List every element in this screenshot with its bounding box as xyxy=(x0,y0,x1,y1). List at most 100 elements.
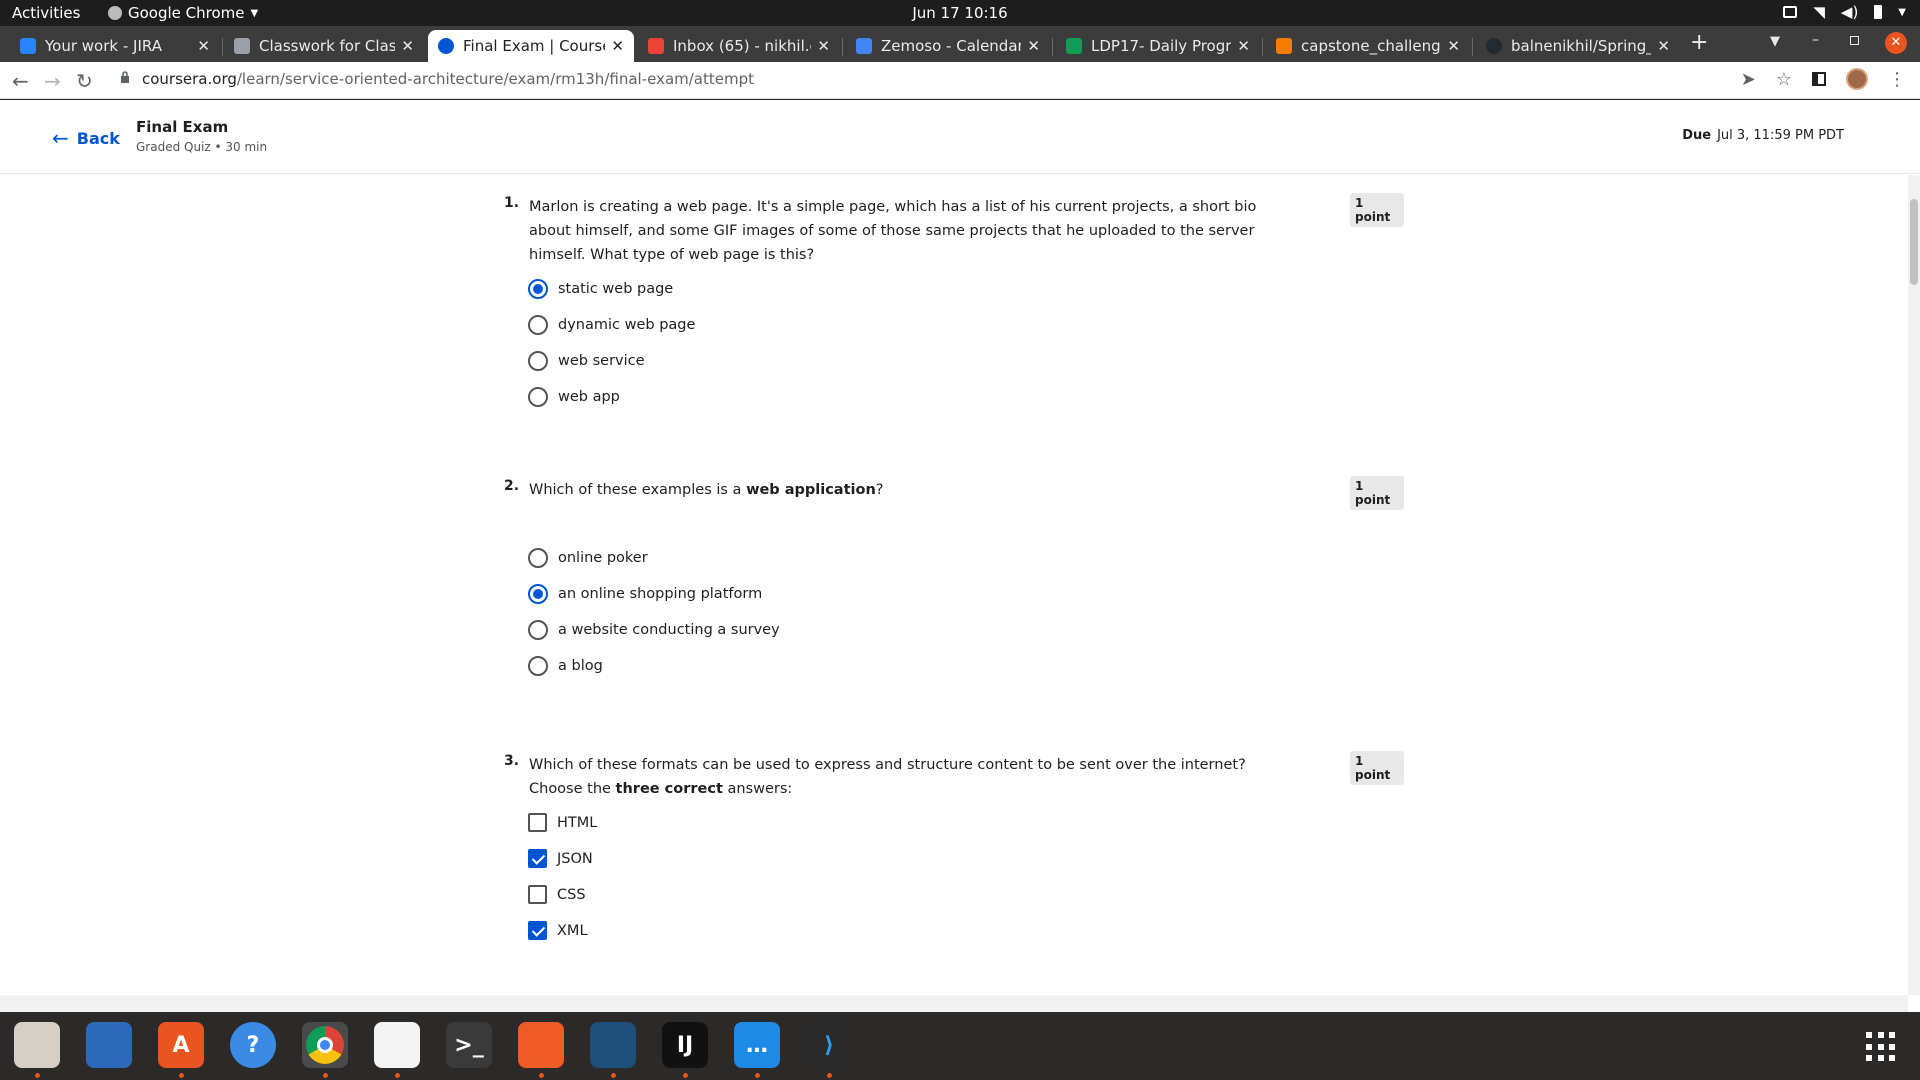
option-blog[interactable]: a blog xyxy=(528,656,603,676)
software-center-icon[interactable]: A xyxy=(158,1022,204,1068)
url-domain: coursera.org xyxy=(142,70,237,88)
checkbox[interactable] xyxy=(528,813,547,832)
back-nav-icon[interactable]: ← xyxy=(12,69,29,93)
close-tab-icon[interactable]: ✕ xyxy=(1027,37,1040,55)
option-web-app[interactable]: web app xyxy=(528,387,620,407)
close-tab-icon[interactable]: ✕ xyxy=(401,37,414,55)
exam-header: ← Back Final Exam Graded Quiz • 30 min D… xyxy=(0,100,1920,174)
radio-button[interactable] xyxy=(528,548,548,568)
vertical-scrollbar[interactable] xyxy=(1908,175,1920,995)
show-applications-icon[interactable] xyxy=(1866,1032,1896,1062)
minimize-icon[interactable]: – xyxy=(1812,32,1819,48)
vscode-icon[interactable]: ⟩ xyxy=(806,1022,852,1068)
due-value: Jul 3, 11:59 PM PDT xyxy=(1717,128,1844,143)
scrollbar-thumb[interactable] xyxy=(1910,199,1918,285)
tab-github[interactable]: balnenikhil/Spring_A ✕ xyxy=(1476,30,1680,62)
close-tab-icon[interactable]: ✕ xyxy=(611,37,624,55)
classroom-icon xyxy=(234,38,250,54)
radio-button[interactable] xyxy=(528,584,548,604)
option-json[interactable]: JSON xyxy=(528,849,593,868)
option-label: static web page xyxy=(558,281,674,297)
radio-button[interactable] xyxy=(528,620,548,640)
radio-button[interactable] xyxy=(528,279,548,299)
tab-sheets[interactable]: LDP17- Daily Progres ✕ xyxy=(1056,30,1260,62)
option-xml[interactable]: XML xyxy=(528,921,588,940)
reload-icon[interactable]: ↻ xyxy=(76,69,93,93)
running-indicator xyxy=(395,1073,400,1078)
send-icon[interactable]: ➤ xyxy=(1741,69,1756,90)
close-tab-icon[interactable]: ✕ xyxy=(1657,37,1670,55)
points-badge: 1 point xyxy=(1350,476,1404,510)
star-icon[interactable]: ☆ xyxy=(1776,69,1792,90)
quiz-content: 1. Marlon is creating a web page. It's a… xyxy=(0,175,1908,995)
tab-coursera[interactable]: Final Exam | Coursera ✕ xyxy=(428,30,634,62)
clock[interactable]: Jun 17 10:16 xyxy=(0,4,1920,22)
close-window-icon[interactable]: ✕ xyxy=(1885,32,1907,54)
option-html[interactable]: HTML xyxy=(528,813,597,832)
option-css[interactable]: CSS xyxy=(528,885,586,904)
due-label: Due xyxy=(1682,128,1712,143)
question-text: Which of these examples is a web applica… xyxy=(529,482,884,498)
option-web-service[interactable]: web service xyxy=(528,351,645,371)
tab-gmail[interactable]: Inbox (65) - nikhil.cha ✕ xyxy=(638,30,840,62)
jira-icon xyxy=(20,38,36,54)
points-badge: 1 point xyxy=(1350,193,1404,227)
lock-icon[interactable] xyxy=(120,71,130,83)
writer-icon[interactable] xyxy=(86,1022,132,1068)
restore-icon[interactable] xyxy=(1850,36,1859,45)
checkbox[interactable] xyxy=(528,849,547,868)
files-icon[interactable] xyxy=(14,1022,60,1068)
running-indicator xyxy=(683,1073,688,1078)
option-online-poker[interactable]: online poker xyxy=(528,548,648,568)
page-title: Final Exam xyxy=(136,118,229,136)
tab-calendar[interactable]: Zemoso - Calendar - V ✕ xyxy=(846,30,1050,62)
coursera-icon xyxy=(438,38,454,54)
tab-title: balnenikhil/Spring_A xyxy=(1511,37,1652,55)
option-label: online poker xyxy=(558,550,648,566)
avatar[interactable] xyxy=(1846,68,1868,90)
option-online-shopping-platform[interactable]: an online shopping platform xyxy=(528,584,762,604)
tab-title: capstone_challenge xyxy=(1301,37,1442,55)
kebab-menu-icon[interactable]: ⋮ xyxy=(1888,69,1906,90)
mysql-workbench-icon[interactable] xyxy=(590,1022,636,1068)
option-dynamic-web-page[interactable]: dynamic web page xyxy=(528,315,695,335)
terminal-icon[interactable]: >_ xyxy=(446,1022,492,1068)
tab-capstone[interactable]: capstone_challenge ✕ xyxy=(1266,30,1470,62)
radio-button[interactable] xyxy=(528,351,548,371)
page: ← Back Final Exam Graded Quiz • 30 min D… xyxy=(0,100,1920,1012)
back-button[interactable]: ← Back xyxy=(52,126,120,150)
close-tab-icon[interactable]: ✕ xyxy=(1237,37,1250,55)
text-editor-icon[interactable] xyxy=(374,1022,420,1068)
toolbar-right: ➤ ☆ ⋮ xyxy=(1741,68,1906,90)
close-tab-icon[interactable]: ✕ xyxy=(1447,37,1460,55)
side-panel-icon[interactable] xyxy=(1812,72,1826,86)
close-tab-icon[interactable]: ✕ xyxy=(197,37,210,55)
checkbox[interactable] xyxy=(528,885,547,904)
tab-title: Inbox (65) - nikhil.cha xyxy=(673,37,811,55)
intellij-icon[interactable]: IJ xyxy=(662,1022,708,1068)
checkbox[interactable] xyxy=(528,921,547,940)
question-number: 1. xyxy=(504,195,520,211)
close-tab-icon[interactable]: ✕ xyxy=(817,37,830,55)
system-tray[interactable]: ◥ ◀) ▼ xyxy=(1783,3,1906,21)
option-label: CSS xyxy=(557,886,586,903)
option-label: HTML xyxy=(557,814,598,831)
postman-icon[interactable] xyxy=(518,1022,564,1068)
help-icon[interactable]: ? xyxy=(230,1022,276,1068)
chrome-icon[interactable] xyxy=(302,1022,348,1068)
horizontal-scrollbar[interactable] xyxy=(0,995,1908,1012)
radio-button[interactable] xyxy=(528,315,548,335)
radio-button[interactable] xyxy=(528,656,548,676)
forward-nav-icon[interactable]: → xyxy=(44,69,61,93)
option-survey-website[interactable]: a website conducting a survey xyxy=(528,620,780,640)
url-field[interactable]: coursera.org/learn/service-oriented-arch… xyxy=(142,70,754,88)
radio-button[interactable] xyxy=(528,387,548,407)
chat-icon[interactable]: … xyxy=(734,1022,780,1068)
new-tab-icon[interactable]: + xyxy=(1690,30,1708,55)
system-top-bar: Activities Google Chrome ▼ Jun 17 10:16 … xyxy=(0,0,1920,26)
tab-classroom[interactable]: Classwork for Class o ✕ xyxy=(224,30,424,62)
option-static-web-page[interactable]: static web page xyxy=(528,279,673,299)
tab-jira[interactable]: Your work - JIRA ✕ xyxy=(10,30,220,62)
tab-title: Zemoso - Calendar - V xyxy=(881,37,1022,55)
tab-search-icon[interactable]: ▼ xyxy=(1770,34,1780,49)
